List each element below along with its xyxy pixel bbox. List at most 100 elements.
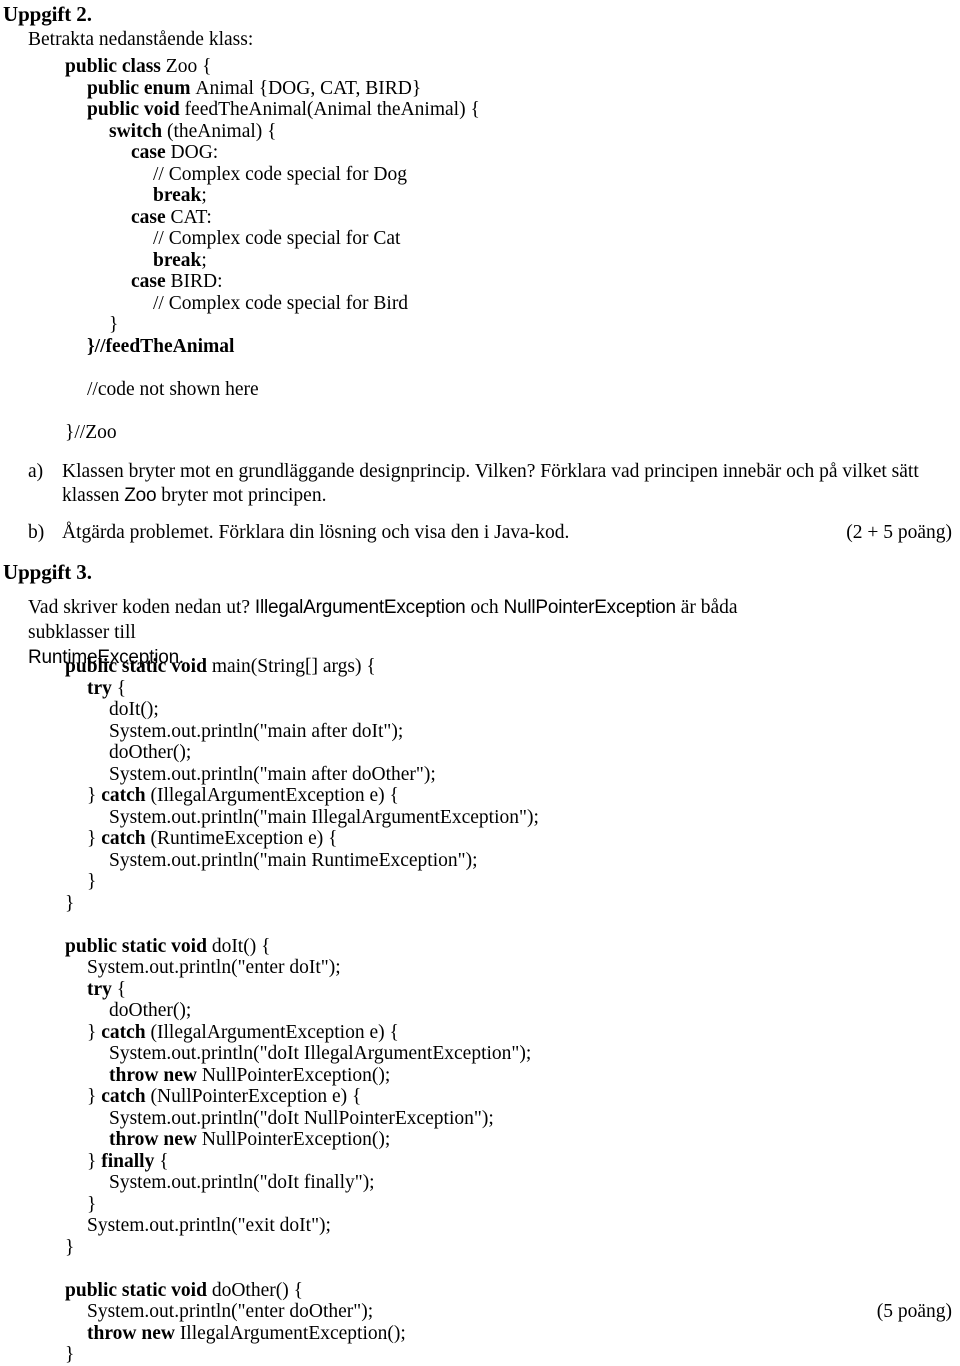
code-line: } bbox=[65, 893, 539, 915]
code-keyword: public static void bbox=[65, 656, 212, 677]
code-keyword: case bbox=[131, 142, 171, 163]
code-text: doOther(); bbox=[109, 1000, 192, 1021]
code-keyword: break bbox=[153, 185, 202, 206]
item-a-class-name: Zoo bbox=[124, 485, 157, 506]
exam-page: Uppgift 2. Betrakta nedanstående klass: … bbox=[0, 0, 960, 1365]
code-text: { bbox=[116, 677, 127, 699]
item-a-label: a) bbox=[28, 461, 44, 482]
code-text: { bbox=[116, 978, 127, 1000]
code-keyword: try bbox=[87, 677, 117, 699]
code-line: case CAT: bbox=[65, 207, 480, 229]
code-line: throw new NullPointerException(); bbox=[65, 1129, 539, 1151]
code-line: break; bbox=[65, 250, 480, 272]
code-text: } bbox=[87, 871, 97, 892]
item-b-points: (2 + 5 poäng) bbox=[846, 522, 952, 543]
uppgift-3-points: (5 poäng) bbox=[876, 1301, 952, 1322]
code-text: NullPointerException(); bbox=[201, 1129, 391, 1150]
uppgift-3-intro-a: Vad skriver koden nedan ut? bbox=[28, 597, 255, 618]
code-text: System.out.println("main after doIt"); bbox=[109, 720, 404, 742]
code-line: doIt(); bbox=[65, 699, 539, 721]
code-line: public void feedTheAnimal(Animal theAnim… bbox=[65, 99, 480, 121]
code-line: public static void doOther() { bbox=[65, 1280, 539, 1302]
code-text: { bbox=[159, 1150, 169, 1172]
code-text: } bbox=[65, 892, 75, 914]
uppgift-2-intro: Betrakta nedanstående klass: bbox=[28, 29, 254, 50]
code-line: System.out.println("doIt finally"); bbox=[65, 1172, 539, 1194]
code-line: public static void main(String[] args) { bbox=[65, 656, 539, 678]
code-line: System.out.println("main after doIt"); bbox=[65, 721, 539, 743]
code-text: doOther(); bbox=[109, 742, 192, 763]
code-line: throw new NullPointerException(); bbox=[65, 1065, 539, 1087]
code-line: public class Zoo { bbox=[65, 56, 480, 78]
code-line: }//feedTheAnimal bbox=[65, 336, 480, 358]
code-text: doIt(); bbox=[109, 699, 159, 720]
code-keyword: public enum bbox=[87, 77, 196, 99]
code-line: try { bbox=[65, 979, 539, 1001]
code-line: // Complex code special for Dog bbox=[65, 164, 480, 186]
code-line: } bbox=[65, 1194, 539, 1216]
code-keyword: throw new bbox=[87, 1322, 180, 1344]
code-text: BIRD: bbox=[170, 271, 223, 292]
code-text: } bbox=[87, 1150, 102, 1172]
uppgift-2-heading: Uppgift 2. bbox=[3, 2, 92, 26]
code-text: (NullPointerException e) { bbox=[150, 1086, 362, 1107]
code-line: // Complex code special for Bird bbox=[65, 293, 480, 315]
uppgift-3-heading: Uppgift 3. bbox=[3, 560, 92, 584]
code-text: } bbox=[109, 314, 119, 335]
code-text: // Complex code special for Dog bbox=[153, 163, 407, 185]
code-keyword: catch bbox=[101, 1086, 151, 1107]
code-text: CAT: bbox=[170, 206, 212, 228]
code-text: System.out.println("main after doOther")… bbox=[109, 763, 436, 785]
code-line: public enum Animal {DOG, CAT, BIRD} bbox=[65, 78, 480, 100]
uppgift-3-code-block: public static void main(String[] args) {… bbox=[65, 656, 539, 1366]
code-text: ; bbox=[201, 249, 207, 271]
code-keyword: public static void bbox=[65, 935, 212, 957]
code-text: } bbox=[87, 828, 102, 849]
code-line: System.out.println("main IllegalArgument… bbox=[65, 807, 539, 829]
code-line: switch (theAnimal) { bbox=[65, 121, 480, 143]
code-keyword: }//feedTheAnimal bbox=[87, 335, 235, 357]
code-line: System.out.println("exit doIt"); bbox=[65, 1215, 539, 1237]
code-line: doOther(); bbox=[65, 1000, 539, 1022]
code-line: public static void doIt() { bbox=[65, 936, 539, 958]
code-text: Zoo { bbox=[165, 56, 212, 77]
code-text: System.out.println("exit doIt"); bbox=[87, 1215, 331, 1236]
code-line: } bbox=[65, 1237, 539, 1259]
code-line: break; bbox=[65, 185, 480, 207]
code-line: // Complex code special for Cat bbox=[65, 228, 480, 250]
code-text: System.out.println("main IllegalArgument… bbox=[109, 806, 539, 828]
code-line: case BIRD: bbox=[65, 271, 480, 293]
code-line: System.out.println("main after doOther")… bbox=[65, 764, 539, 786]
code-text: doOther() { bbox=[211, 1279, 303, 1301]
code-line: System.out.println("main RuntimeExceptio… bbox=[65, 850, 539, 872]
code-keyword: catch bbox=[101, 1021, 151, 1043]
code-keyword: public class bbox=[65, 56, 166, 77]
code-keyword: case bbox=[131, 271, 171, 292]
code-line: try { bbox=[65, 678, 539, 700]
exception-name-nullpointer: NullPointerException bbox=[503, 597, 676, 618]
code-text: doIt() { bbox=[211, 935, 271, 957]
code-text: IllegalArgumentException(); bbox=[179, 1322, 406, 1344]
code-text: } bbox=[87, 1193, 97, 1215]
code-line: } bbox=[65, 314, 480, 336]
code-line: } bbox=[65, 1344, 539, 1366]
uppgift-3-intro-b: och bbox=[465, 597, 504, 618]
code-text: System.out.println("doIt IllegalArgument… bbox=[109, 1043, 532, 1064]
code-keyword: public void bbox=[87, 99, 185, 120]
code-text: // Complex code special for Bird bbox=[153, 292, 409, 314]
code-text: (theAnimal) { bbox=[166, 120, 277, 142]
code-line: } catch (NullPointerException e) { bbox=[65, 1086, 539, 1108]
exception-name-illegalargument: IllegalArgumentException bbox=[254, 597, 466, 618]
code-keyword: public static void bbox=[65, 1279, 212, 1301]
code-text: } bbox=[65, 1344, 75, 1365]
code-text: (IllegalArgumentException e) { bbox=[150, 785, 399, 806]
code-text: (IllegalArgumentException e) { bbox=[150, 1021, 399, 1043]
code-line: } catch (IllegalArgumentException e) { bbox=[65, 785, 539, 807]
code-keyword: throw new bbox=[109, 1129, 202, 1150]
code-line: System.out.println("enter doIt"); bbox=[65, 957, 539, 979]
code-text: Animal {DOG, CAT, BIRD} bbox=[195, 77, 422, 99]
code-line: throw new IllegalArgumentException(); bbox=[65, 1323, 539, 1345]
code-line: //code not shown here bbox=[65, 379, 480, 401]
